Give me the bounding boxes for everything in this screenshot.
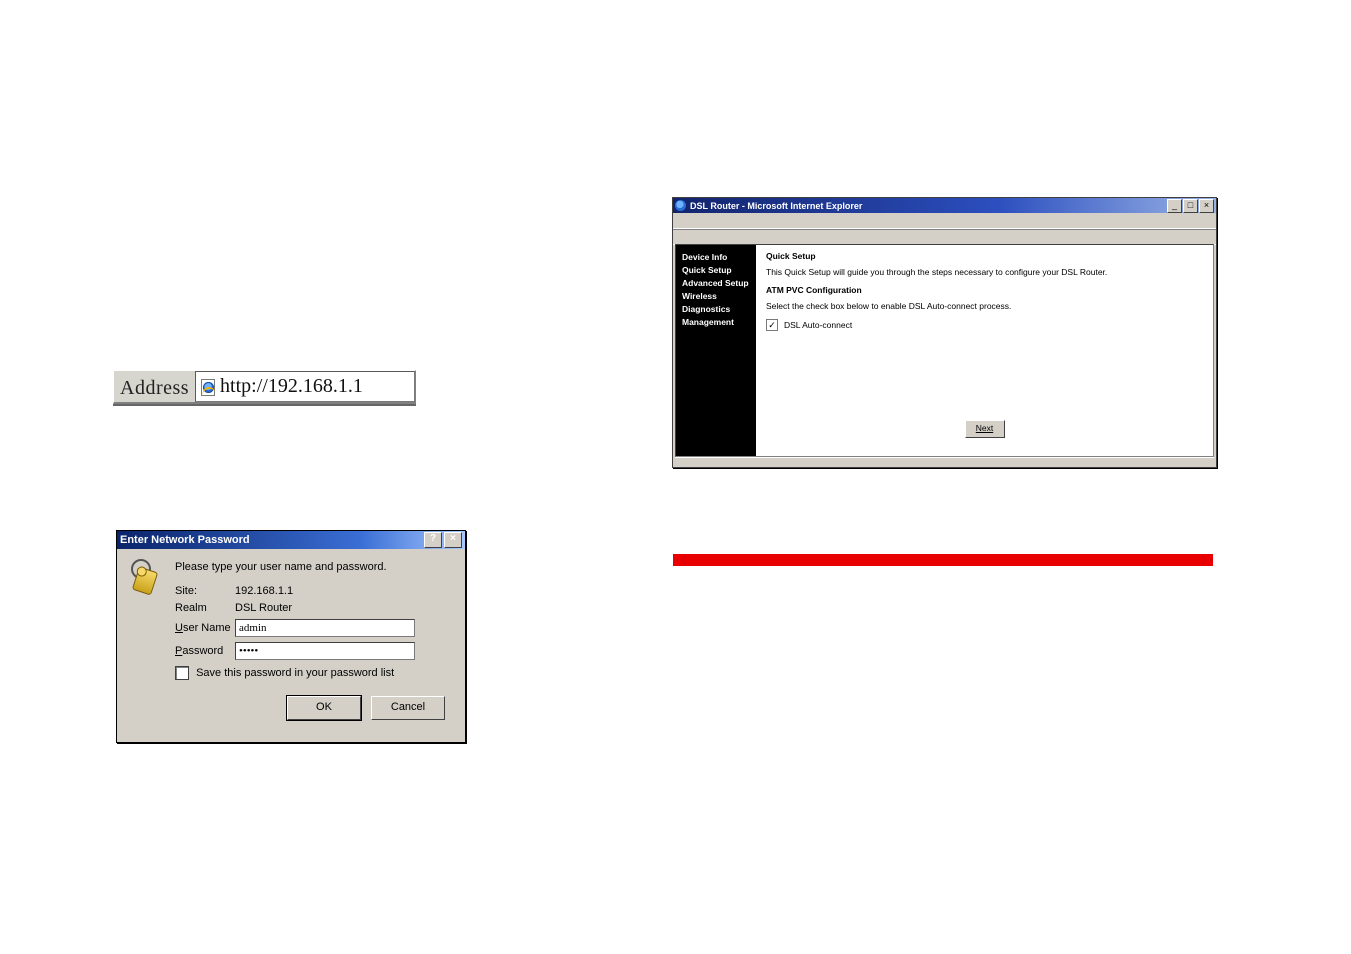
router-window: DSL Router - Microsoft Internet Explorer… bbox=[672, 197, 1217, 468]
save-password-label: Save this password in your password list bbox=[196, 667, 394, 679]
window-maximize-button[interactable]: □ bbox=[1183, 199, 1198, 213]
sidebar-item-device-info[interactable]: Device Info bbox=[682, 251, 750, 264]
save-password-checkbox[interactable] bbox=[175, 666, 189, 680]
window-toolbar bbox=[673, 229, 1216, 245]
content-instruction: Select the check box below to enable DSL… bbox=[766, 301, 1203, 311]
username-label: User Name bbox=[175, 622, 235, 634]
username-input[interactable] bbox=[235, 619, 415, 637]
cancel-button[interactable]: Cancel bbox=[371, 696, 445, 720]
window-menubar bbox=[673, 213, 1216, 229]
sidebar-item-management[interactable]: Management bbox=[682, 316, 750, 329]
sidebar-item-quick-setup[interactable]: Quick Setup bbox=[682, 264, 750, 277]
password-label: Password bbox=[175, 645, 235, 657]
window-title: DSL Router - Microsoft Internet Explorer bbox=[690, 201, 1163, 211]
dialog-title: Enter Network Password bbox=[120, 534, 250, 546]
address-field[interactable]: http://192.168.1.1 bbox=[195, 371, 415, 402]
window-titlebar[interactable]: DSL Router - Microsoft Internet Explorer… bbox=[673, 198, 1216, 213]
window-minimize-button[interactable]: _ bbox=[1167, 199, 1182, 213]
content-pane: Quick Setup This Quick Setup will guide … bbox=[756, 245, 1213, 456]
site-value: 192.168.1.1 bbox=[235, 585, 293, 597]
sidebar-item-advanced-setup[interactable]: Advanced Setup bbox=[682, 277, 750, 290]
ok-button[interactable]: OK bbox=[287, 696, 361, 720]
window-body: Device Info Quick Setup Advanced Setup W… bbox=[675, 244, 1214, 457]
address-url: http://192.168.1.1 bbox=[220, 375, 363, 398]
sidebar-item-diagnostics[interactable]: Diagnostics bbox=[682, 303, 750, 316]
ie-page-icon bbox=[200, 379, 216, 395]
password-dialog: Enter Network Password ? × Please type y… bbox=[116, 530, 466, 743]
save-password-row[interactable]: Save this password in your password list bbox=[175, 666, 455, 680]
keys-icon bbox=[125, 557, 159, 597]
site-label: Site: bbox=[175, 585, 235, 597]
address-label: Address bbox=[114, 371, 195, 402]
dialog-prompt: Please type your user name and password. bbox=[175, 561, 455, 573]
content-intro: This Quick Setup will guide you through … bbox=[766, 267, 1203, 277]
realm-label: Realm bbox=[175, 602, 235, 614]
password-input[interactable] bbox=[235, 642, 415, 660]
dsl-autoconnect-checkbox[interactable]: ✓ bbox=[766, 319, 778, 331]
sidebar-item-wireless[interactable]: Wireless bbox=[682, 290, 750, 303]
sidebar: Device Info Quick Setup Advanced Setup W… bbox=[676, 245, 756, 456]
dialog-titlebar[interactable]: Enter Network Password ? × bbox=[117, 531, 465, 549]
realm-value: DSL Router bbox=[235, 602, 292, 614]
content-section: ATM PVC Configuration bbox=[766, 285, 1203, 295]
next-button[interactable]: Next bbox=[965, 420, 1005, 438]
content-heading: Quick Setup bbox=[766, 251, 1203, 261]
window-close-button[interactable]: × bbox=[1199, 199, 1214, 213]
dsl-autoconnect-label: DSL Auto-connect bbox=[784, 320, 852, 330]
address-bar: Address http://192.168.1.1 bbox=[113, 370, 416, 404]
ie-icon bbox=[675, 200, 686, 211]
red-highlight-bar bbox=[673, 554, 1213, 566]
dialog-help-button[interactable]: ? bbox=[424, 532, 442, 548]
dialog-close-button[interactable]: × bbox=[444, 532, 462, 548]
window-statusbar bbox=[675, 457, 1214, 465]
